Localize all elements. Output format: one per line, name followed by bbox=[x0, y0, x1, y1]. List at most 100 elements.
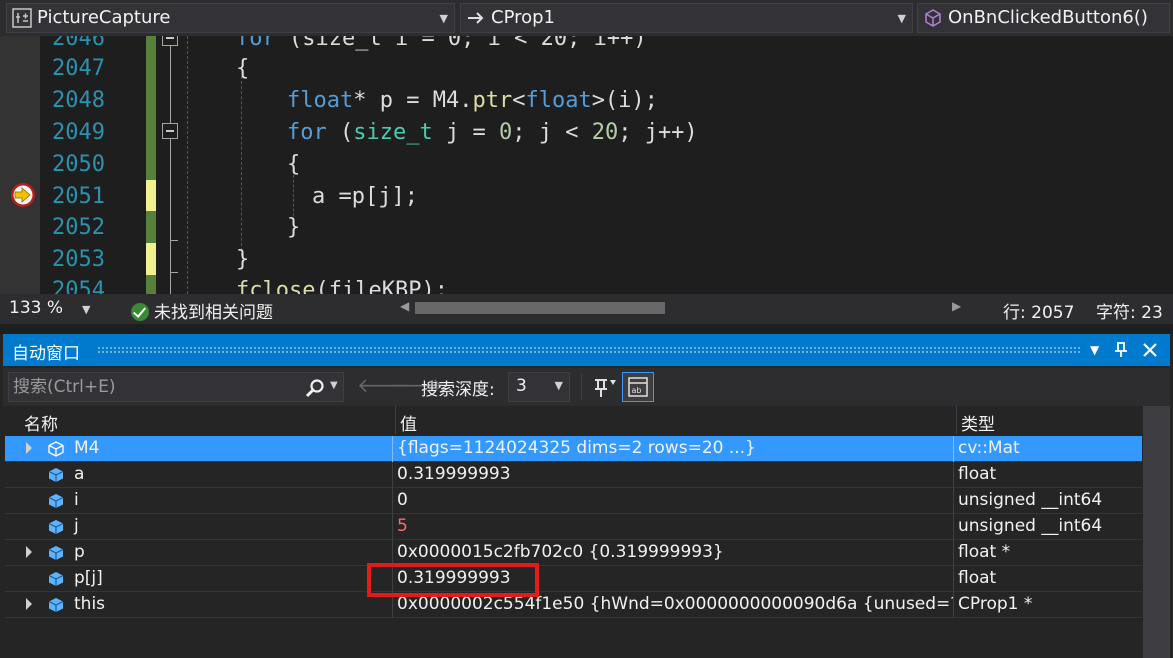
method-icon bbox=[925, 9, 941, 27]
code-text: j = bbox=[432, 120, 499, 145]
column-divider[interactable] bbox=[956, 406, 957, 434]
table-row[interactable]: p[j] 0.319999993 float bbox=[5, 566, 1142, 592]
code-editor[interactable]: 2046 2047 2048 2049 2050 2051 2052 2053 … bbox=[0, 36, 1173, 294]
code-line: fclose(fileKBP); bbox=[236, 275, 448, 294]
variable-cube-icon bbox=[48, 441, 64, 457]
variable-name: M4 bbox=[74, 438, 100, 458]
vertical-scrollbar[interactable] bbox=[1143, 406, 1170, 658]
table-row[interactable]: a 0.319999993 float bbox=[5, 462, 1142, 488]
code-text: ; j++) bbox=[618, 120, 698, 145]
variable-name: this bbox=[74, 594, 106, 614]
cell-divider bbox=[953, 462, 954, 488]
horizontal-scrollbar-thumb[interactable] bbox=[415, 302, 665, 314]
table-row[interactable]: i 0 unsigned __int64 bbox=[5, 488, 1142, 514]
project-name: PictureCapture bbox=[37, 7, 171, 28]
unsaved-change-marker bbox=[146, 243, 156, 275]
vertical-scrollbar-thumb[interactable] bbox=[1143, 406, 1170, 658]
search-depth-select[interactable]: 3 ▼ bbox=[508, 372, 570, 402]
expand-icon[interactable] bbox=[26, 598, 32, 610]
grid-header: 名称 值 类型 bbox=[8, 406, 1145, 435]
expand-icon[interactable] bbox=[26, 546, 32, 558]
editor-status-bar: 133 % ▼ 未找到相关问题 ◀ ▶ 行: 2057 字符: 23 bbox=[0, 294, 1173, 324]
variable-name: p bbox=[74, 542, 85, 562]
member-dropdown[interactable]: OnBnClickedButton6() bbox=[917, 3, 1170, 33]
outline-line bbox=[170, 46, 171, 132]
close-icon[interactable] bbox=[1142, 342, 1158, 358]
zoom-level[interactable]: 133 % bbox=[9, 298, 63, 318]
scope-name: CProp1 bbox=[491, 7, 556, 28]
line-number: 2052 bbox=[52, 215, 105, 240]
tab-view-icon: ab bbox=[628, 377, 648, 397]
saved-change-marker bbox=[146, 275, 156, 294]
code-text: >(i); bbox=[591, 88, 658, 113]
collapse-icon[interactable] bbox=[162, 36, 178, 46]
issues-indicator[interactable]: 未找到相关问题 bbox=[131, 298, 273, 323]
variable-value-changed[interactable]: 5 bbox=[397, 516, 953, 536]
code-text: < bbox=[512, 88, 526, 113]
code-text: (size_t i = 0; i < 20; i++) bbox=[275, 36, 647, 51]
code-line-current: a =p[j]; bbox=[312, 184, 418, 209]
variable-type: unsigned __int64 bbox=[958, 490, 1103, 510]
variable-value[interactable]: 0.319999993 bbox=[397, 464, 953, 484]
column-divider[interactable] bbox=[395, 406, 396, 434]
number-literal: 20 bbox=[591, 120, 619, 145]
collapse-icon[interactable] bbox=[162, 123, 178, 139]
outline-end bbox=[170, 272, 178, 273]
variable-type: unsigned __int64 bbox=[958, 516, 1103, 536]
type-name: size_t bbox=[353, 120, 433, 145]
search-depth-label: 搜索深度: bbox=[421, 380, 495, 400]
table-row[interactable]: this 0x0000002c554f1e50 {hWnd=0x00000000… bbox=[5, 592, 1142, 618]
table-row[interactable]: j 5 unsigned __int64 bbox=[5, 514, 1142, 540]
code-line: } bbox=[287, 215, 301, 240]
column-header-type[interactable]: 类型 bbox=[961, 410, 995, 435]
chevron-down-icon: ▼ bbox=[439, 12, 448, 25]
autos-title: 自动窗口 bbox=[12, 344, 80, 364]
cell-divider bbox=[953, 540, 954, 566]
scroll-right-icon[interactable]: ▶ bbox=[952, 299, 961, 313]
code-line: { bbox=[287, 152, 301, 177]
search-box[interactable]: ▼ bbox=[8, 372, 344, 402]
variable-value[interactable]: 0x0000015c2fb702c0 {0.319999993} bbox=[397, 542, 953, 562]
pin-icon[interactable] bbox=[1114, 342, 1128, 358]
variable-value[interactable]: {flags=1124024325 dims=2 rows=20 ...} bbox=[397, 438, 953, 458]
column-header-name[interactable]: 名称 bbox=[24, 410, 58, 435]
scope-dropdown[interactable]: CProp1 ▼ bbox=[460, 3, 913, 33]
svg-text:ab: ab bbox=[632, 386, 642, 395]
variable-value[interactable]: 0x0000002c554f1e50 {hWnd=0x0000000000090… bbox=[397, 594, 953, 614]
chevron-down-icon[interactable]: ▼ bbox=[82, 303, 90, 316]
column-header-value[interactable]: 值 bbox=[400, 410, 417, 435]
code-line: { bbox=[236, 56, 250, 81]
code-text: * p = M4. bbox=[353, 88, 473, 113]
variable-cube-icon bbox=[48, 546, 64, 560]
tab-view-button[interactable]: ab bbox=[622, 372, 654, 402]
table-row[interactable]: p 0x0000015c2fb702c0 {0.319999993} float… bbox=[5, 540, 1142, 566]
variable-type: float * bbox=[958, 542, 1011, 562]
check-icon bbox=[131, 303, 149, 321]
project-dropdown[interactable]: PictureCapture ▼ bbox=[6, 3, 455, 33]
variable-type: CProp1 * bbox=[958, 594, 1033, 614]
variable-cube-icon bbox=[48, 598, 64, 612]
line-number: 2048 bbox=[52, 88, 105, 113]
autos-title-bar[interactable]: 自动窗口 ▼ bbox=[3, 334, 1170, 366]
function-name: fclose bbox=[236, 278, 316, 294]
cell-divider bbox=[392, 436, 393, 462]
variable-value[interactable]: 0 bbox=[397, 490, 953, 510]
search-input[interactable] bbox=[13, 375, 293, 399]
line-number: 2054 bbox=[52, 278, 105, 294]
variable-name: i bbox=[74, 490, 79, 510]
scroll-left-icon[interactable]: ◀ bbox=[400, 299, 409, 313]
outline-end bbox=[170, 240, 178, 241]
chevron-down-icon[interactable]: ▼ bbox=[330, 380, 338, 391]
project-icon bbox=[12, 8, 32, 28]
highlight-annotation-box bbox=[367, 563, 539, 597]
line-number: 2053 bbox=[52, 247, 105, 272]
table-row[interactable]: M4 {flags=1124024325 dims=2 rows=20 ...}… bbox=[5, 436, 1142, 462]
dropdown-icon[interactable]: ▼ bbox=[1090, 343, 1099, 357]
cell-divider bbox=[392, 488, 393, 514]
filter-pin-icon[interactable] bbox=[591, 372, 619, 402]
indent-guide bbox=[187, 36, 188, 294]
search-icon[interactable] bbox=[305, 378, 325, 398]
expand-icon[interactable] bbox=[26, 442, 32, 454]
class-icon bbox=[468, 12, 484, 24]
glyph-margin[interactable] bbox=[0, 36, 40, 294]
